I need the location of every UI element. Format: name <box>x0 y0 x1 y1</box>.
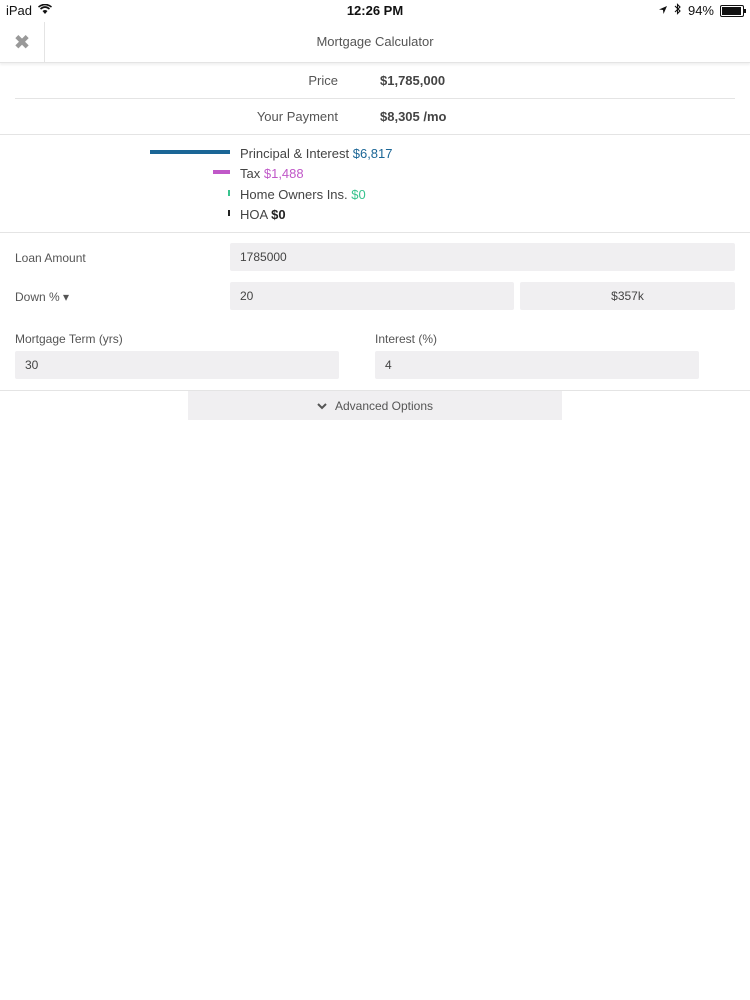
tax-bar <box>213 170 230 174</box>
mortgage-term-input[interactable]: 30 <box>15 351 339 379</box>
mortgage-term-label: Mortgage Term (yrs) <box>15 332 123 346</box>
location-icon <box>658 3 668 18</box>
payment-value: $8,305 /mo <box>380 109 447 124</box>
interest-input[interactable]: 4 <box>375 351 699 379</box>
advanced-options-button[interactable]: Advanced Options <box>188 391 562 420</box>
loan-amount-input[interactable]: 1785000 <box>230 243 735 271</box>
down-amount-input[interactable]: $357k <box>520 282 735 310</box>
price-value: $1,785,000 <box>380 73 446 88</box>
breakdown-label: Principal & Interest <box>240 146 350 161</box>
advanced-options-label: Advanced Options <box>334 398 434 413</box>
breakdown-value: $0 <box>351 187 366 202</box>
breakdown-item-insurance: Home Owners Ins. $0 <box>0 184 750 204</box>
hoa-bar <box>228 210 230 216</box>
breakdown-item-hoa: HOA $0 <box>0 204 750 224</box>
payment-label: Your Payment <box>256 109 338 124</box>
bluetooth-icon <box>674 3 682 18</box>
divider <box>0 232 750 233</box>
page-title: Mortgage Calculator <box>316 34 434 49</box>
status-time: 12:26 PM <box>346 3 404 18</box>
principal-bar <box>150 150 230 154</box>
down-percent-input[interactable]: 20 <box>230 282 514 310</box>
breakdown-value: $6,817 <box>352 146 393 161</box>
status-bar: iPad 12:26 PM 94% <box>0 0 750 22</box>
breakdown-item-principal: Principal & Interest $6,817 <box>0 143 750 163</box>
insurance-bar <box>228 190 230 196</box>
down-percent-dropdown[interactable]: Down % ▾ <box>15 290 69 304</box>
price-row: Price $1,785,000 <box>15 63 735 98</box>
nav-bar: ✖ Mortgage Calculator <box>0 22 750 63</box>
price-label: Price <box>308 73 338 88</box>
breakdown-value: $1,488 <box>263 166 304 181</box>
payment-row: Your Payment $8,305 /mo <box>15 99 735 134</box>
interest-label: Interest (%) <box>375 332 438 346</box>
battery-percent: 94% <box>687 3 714 18</box>
breakdown-label: Home Owners Ins. <box>240 187 348 202</box>
battery-icon <box>720 4 746 17</box>
breakdown-label: Tax <box>240 166 261 181</box>
chevron-down-icon <box>317 399 327 413</box>
loan-amount-label: Loan Amount <box>15 251 86 265</box>
breakdown-label: HOA <box>240 207 268 222</box>
breakdown-value: $0 <box>271 207 286 222</box>
breakdown-item-tax: Tax $1,488 <box>0 163 750 183</box>
divider <box>0 134 750 135</box>
